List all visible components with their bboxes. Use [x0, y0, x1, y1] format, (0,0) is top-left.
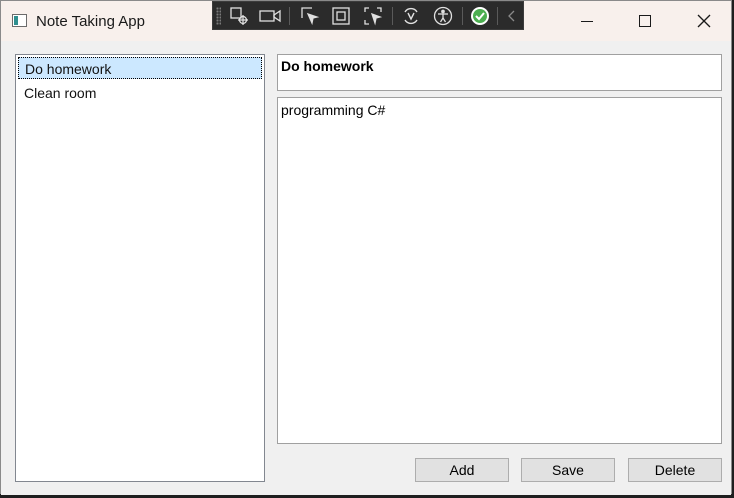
maximize-button[interactable] [616, 1, 674, 41]
collapse-icon[interactable] [500, 5, 524, 27]
list-item[interactable]: Do homework [18, 57, 262, 79]
close-icon [697, 14, 711, 28]
toolbar-separator [462, 7, 463, 25]
hot-reload-icon[interactable] [399, 5, 423, 27]
select-element-icon[interactable] [227, 5, 251, 27]
add-button[interactable]: Add [415, 458, 509, 482]
delete-button[interactable]: Delete [628, 458, 722, 482]
select-scan-icon[interactable] [361, 5, 385, 27]
window-title: Note Taking App [36, 13, 145, 30]
maximize-icon [639, 15, 651, 27]
toolbar-grip[interactable] [216, 7, 221, 25]
main-content: Do homework Clean room Do homework progr… [1, 41, 731, 495]
notes-list[interactable]: Do homework Clean room [15, 54, 265, 482]
minimize-icon [581, 20, 593, 22]
note-body-field[interactable]: programming C# [277, 97, 722, 444]
toolbar-separator [497, 7, 498, 25]
accessibility-icon[interactable] [431, 5, 455, 27]
minimize-button[interactable] [558, 1, 616, 41]
pointer-icon[interactable] [298, 5, 322, 27]
toolbar-separator [392, 7, 393, 25]
list-item[interactable]: Clean room [18, 82, 262, 104]
title-bar[interactable]: Note Taking App [1, 1, 731, 41]
app-window: Note Taking App Do homework Clean room D… [0, 0, 732, 495]
note-title-field[interactable]: Do homework [277, 54, 722, 91]
toolbar-separator [289, 7, 290, 25]
check-icon[interactable] [468, 5, 492, 27]
frame-icon[interactable] [329, 5, 353, 27]
save-button[interactable]: Save [521, 458, 615, 482]
video-icon[interactable] [258, 5, 282, 27]
debug-toolbar [212, 1, 524, 30]
app-icon [12, 14, 27, 27]
close-button[interactable] [675, 1, 733, 41]
